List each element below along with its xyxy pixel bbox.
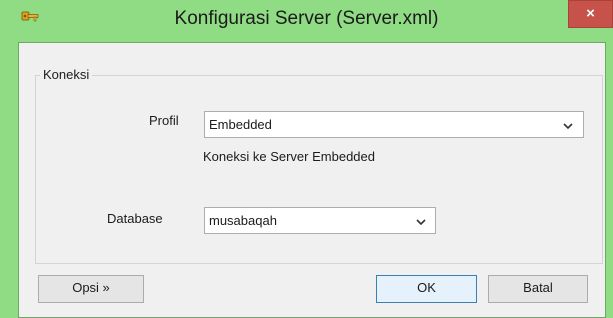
profil-label: Profil <box>149 113 179 128</box>
database-label: Database <box>107 211 163 226</box>
ok-button[interactable]: OK <box>376 275 477 303</box>
profil-description: Koneksi ke Server Embedded <box>203 149 375 164</box>
chevron-down-icon <box>415 215 427 226</box>
database-select[interactable]: musabaqah <box>204 207 436 234</box>
database-select-value: musabaqah <box>209 213 277 228</box>
cancel-button[interactable]: Batal <box>488 275 588 303</box>
profil-select[interactable]: Embedded <box>204 111 584 138</box>
close-button[interactable]: × <box>568 0 613 28</box>
window-title: Konfigurasi Server (Server.xml) <box>174 8 439 29</box>
options-button[interactable]: Opsi » <box>38 275 144 303</box>
title-bar[interactable]: Konfigurasi Server (Server.xml) × <box>0 0 613 36</box>
chevron-down-icon <box>562 119 574 130</box>
profil-select-value: Embedded <box>209 117 272 132</box>
close-icon: × <box>586 5 595 22</box>
dialog-window: Konfigurasi Server (Server.xml) × Koneks… <box>0 0 613 318</box>
group-legend: Koneksi <box>40 67 93 82</box>
connection-group <box>35 75 603 264</box>
dialog-body: Koneksi Profil Embedded Koneksi ke Serve… <box>18 42 606 318</box>
